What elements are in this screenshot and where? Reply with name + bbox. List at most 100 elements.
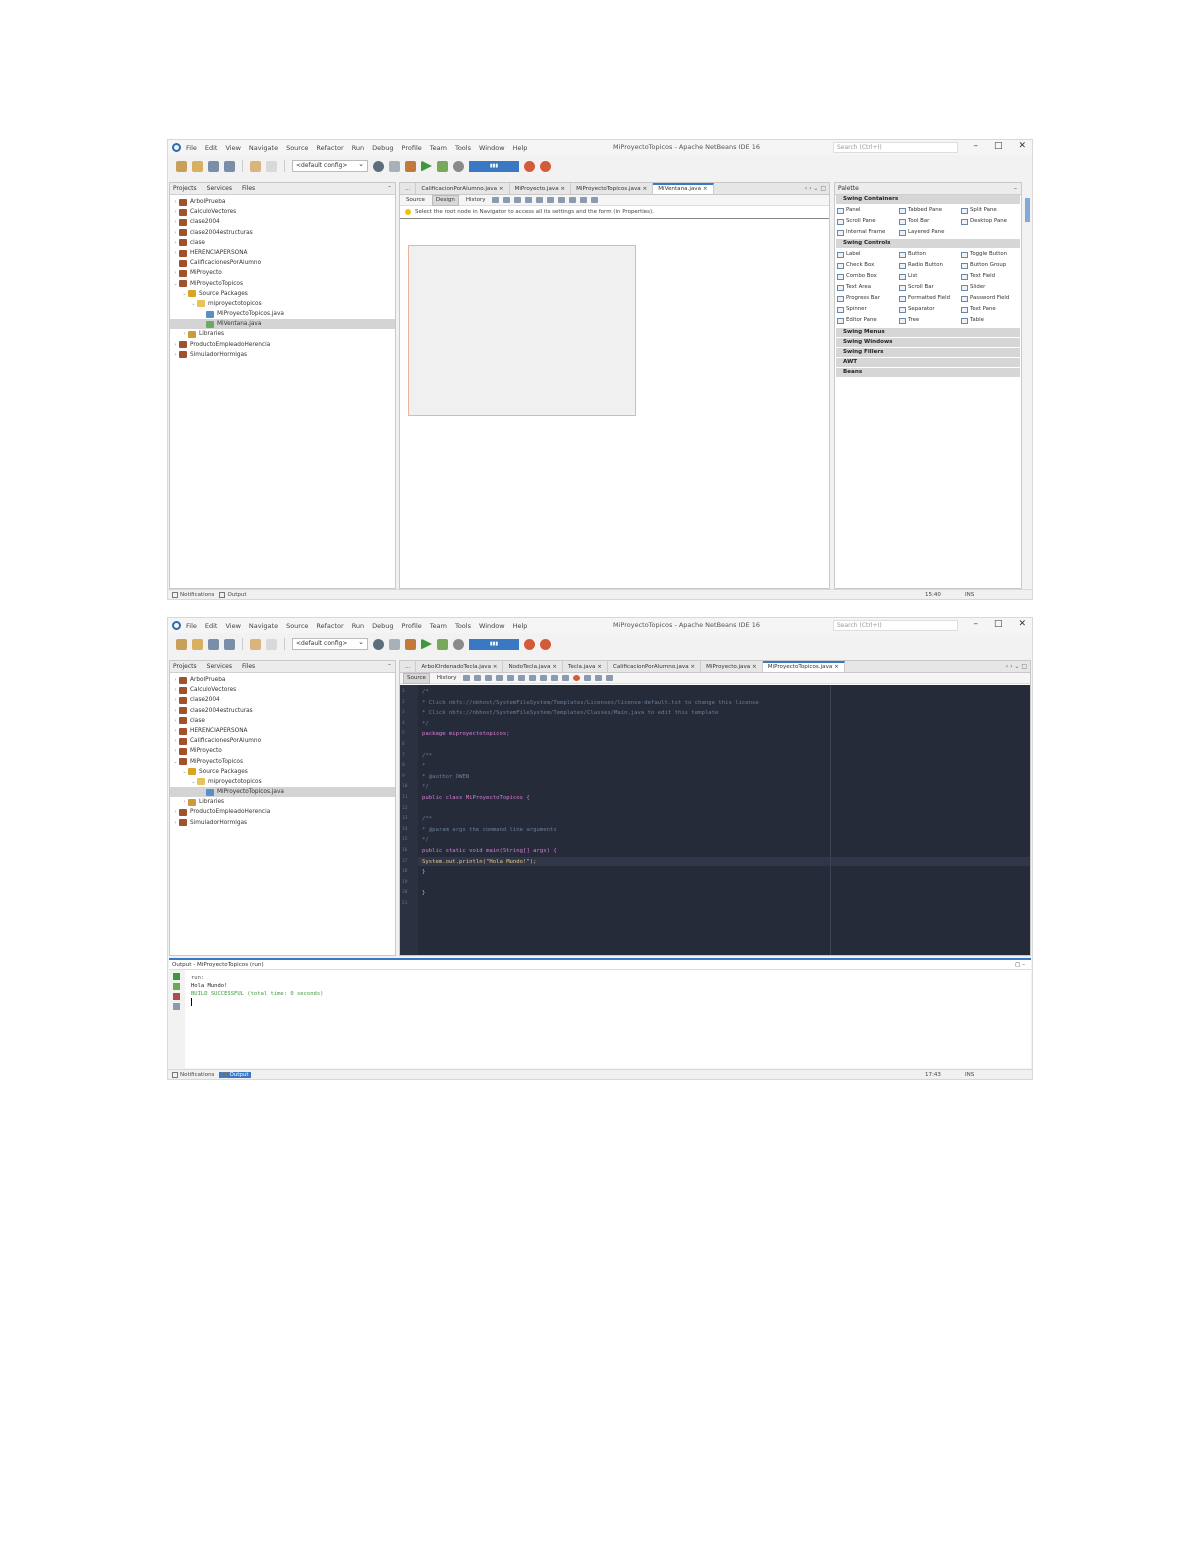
tree-item[interactable]: ⌄ Source Packages bbox=[170, 289, 395, 299]
palette-item[interactable]: Progress Bar bbox=[837, 293, 899, 304]
editor-tab[interactable]: MiProyecto.java × bbox=[701, 661, 763, 672]
editor-tab[interactable]: MiProyectoTopicos.java × bbox=[762, 661, 845, 672]
tab-navigation-icons[interactable]: ‹ › ⌄ □ bbox=[805, 183, 826, 194]
expand-arrow-icon[interactable]: › bbox=[181, 329, 188, 339]
palette-category[interactable]: Swing Fillers bbox=[836, 348, 1020, 357]
expand-arrow-icon[interactable]: › bbox=[172, 716, 179, 726]
menu-file[interactable]: File bbox=[186, 622, 197, 630]
maximize-button[interactable]: □ bbox=[994, 619, 1003, 629]
output-settings-icon[interactable] bbox=[173, 1003, 180, 1010]
editor-tab[interactable]: CalificacionPorAlumno.java × bbox=[608, 661, 702, 672]
new-file-icon[interactable] bbox=[192, 160, 203, 172]
undo-icon[interactable] bbox=[250, 638, 261, 650]
tree-item[interactable]: ⌄ Source Packages bbox=[170, 767, 395, 777]
menu-navigate[interactable]: Navigate bbox=[249, 144, 278, 152]
last-edit-icon[interactable] bbox=[463, 675, 471, 681]
tree-item[interactable]: MiProyectoTopicos.java bbox=[170, 787, 395, 798]
close-button[interactable]: ✕ bbox=[1018, 141, 1026, 151]
palette-item[interactable]: Desktop Pane bbox=[961, 216, 1023, 227]
toggle-highlight-icon[interactable] bbox=[529, 675, 537, 681]
tree-item[interactable]: › ArbolPrueba bbox=[170, 675, 395, 685]
tree-item[interactable]: › Libraries bbox=[170, 797, 395, 807]
minimize-panel-icon[interactable]: – bbox=[1014, 183, 1017, 195]
palette-category-swing-controls[interactable]: Swing Controls bbox=[836, 239, 1020, 248]
tree-item[interactable]: ⌄ MiProyectoTopicos bbox=[170, 279, 395, 289]
tree-item[interactable]: › HERENCIAPERSONA bbox=[170, 726, 395, 736]
tree-item[interactable]: › HERENCIAPERSONA bbox=[170, 248, 395, 258]
menu-edit[interactable]: Edit bbox=[205, 622, 218, 630]
editor-tab[interactable]: MiProyecto.java × bbox=[510, 183, 572, 194]
maximize-button[interactable]: □ bbox=[994, 141, 1003, 151]
tree-item[interactable]: › clase bbox=[170, 716, 395, 726]
menu-view[interactable]: View bbox=[225, 622, 240, 630]
tree-item[interactable]: › CalculoVectores bbox=[170, 207, 395, 217]
editor-tab[interactable]: ArbolOrdenadoTecla.java × bbox=[416, 661, 504, 672]
palette-item[interactable]: Button Group bbox=[961, 260, 1023, 271]
back-icon[interactable] bbox=[474, 675, 482, 681]
menu-source[interactable]: Source bbox=[286, 144, 308, 152]
resize-horizontal-icon[interactable] bbox=[580, 197, 588, 203]
tree-item[interactable]: › CalificacionesPorAlumno bbox=[170, 736, 395, 746]
status-notifications[interactable]: Notifications bbox=[172, 1071, 214, 1078]
profile-icon[interactable] bbox=[453, 638, 464, 650]
palette-item[interactable]: Password Field bbox=[961, 293, 1023, 304]
tab-files[interactable]: Files bbox=[242, 185, 255, 192]
menu-profile[interactable]: Profile bbox=[402, 144, 422, 152]
tree-item[interactable]: › CalculoVectores bbox=[170, 685, 395, 695]
build-icon[interactable] bbox=[389, 160, 400, 172]
tab-files[interactable]: Files bbox=[242, 663, 255, 670]
start-macro-icon[interactable] bbox=[573, 675, 581, 681]
expand-arrow-icon[interactable]: › bbox=[172, 685, 179, 695]
tree-item[interactable]: › SimuladorHormigas bbox=[170, 350, 395, 360]
palette-item[interactable]: Scroll Bar bbox=[899, 282, 961, 293]
source-view-button[interactable]: Source bbox=[403, 196, 428, 205]
new-project-icon[interactable] bbox=[176, 638, 187, 650]
expand-arrow-icon[interactable]: › bbox=[172, 695, 179, 705]
resize-vertical-icon[interactable] bbox=[591, 197, 599, 203]
collapse-arrow-icon[interactable]: ⌄ bbox=[190, 299, 197, 309]
close-tab-icon[interactable]: × bbox=[497, 186, 504, 192]
debug-icon[interactable] bbox=[437, 160, 448, 172]
find-icon[interactable] bbox=[496, 675, 504, 681]
preview-design-icon[interactable] bbox=[514, 197, 522, 203]
new-project-icon[interactable] bbox=[176, 160, 187, 172]
menu-refactor[interactable]: Refactor bbox=[316, 144, 343, 152]
collapse-arrow-icon[interactable]: ⌄ bbox=[190, 777, 197, 787]
tree-item[interactable]: › SimuladorHormigas bbox=[170, 818, 395, 828]
memory-indicator[interactable]: ▮▮▮ bbox=[469, 160, 519, 172]
palette-item[interactable]: Slider bbox=[961, 282, 1023, 293]
collapse-arrow-icon[interactable]: ⌄ bbox=[172, 279, 179, 289]
palette-item[interactable]: Button bbox=[899, 249, 961, 260]
gc-icon[interactable] bbox=[524, 160, 535, 172]
shift-left-icon[interactable] bbox=[551, 675, 559, 681]
search-input[interactable]: Search (Ctrl+I) bbox=[833, 142, 958, 153]
close-tab-icon[interactable]: × bbox=[689, 664, 695, 670]
align-left-icon[interactable] bbox=[525, 197, 533, 203]
tree-item[interactable]: › clase bbox=[170, 238, 395, 248]
source-view-button[interactable]: Source bbox=[403, 672, 430, 684]
menu-debug[interactable]: Debug bbox=[372, 144, 393, 152]
expand-arrow-icon[interactable]: › bbox=[172, 818, 179, 828]
close-tab-icon[interactable]: × bbox=[701, 186, 708, 192]
menu-team[interactable]: Team bbox=[430, 622, 447, 630]
palette-item[interactable]: Spinner bbox=[837, 304, 899, 315]
rerun-with-options-icon[interactable] bbox=[173, 983, 180, 990]
form-design-canvas[interactable] bbox=[408, 245, 636, 416]
menu-tools[interactable]: Tools bbox=[455, 144, 471, 152]
close-tab-icon[interactable]: × bbox=[491, 664, 498, 670]
expand-arrow-icon[interactable]: › bbox=[172, 736, 179, 746]
tree-item[interactable]: › clase2004 bbox=[170, 695, 395, 705]
memory-indicator[interactable]: ▮▮▮ bbox=[469, 638, 519, 650]
status-output[interactable]: Output bbox=[219, 591, 247, 598]
palette-item[interactable]: Label bbox=[837, 249, 899, 260]
expand-arrow-icon[interactable]: › bbox=[172, 746, 179, 756]
palette-category[interactable]: Swing Windows bbox=[836, 338, 1020, 347]
forward-icon[interactable] bbox=[485, 675, 493, 681]
tree-item[interactable]: › ArbolPrueba bbox=[170, 197, 395, 207]
tree-item[interactable]: › clase2004estructuras bbox=[170, 228, 395, 238]
tab-projects[interactable]: Projects bbox=[173, 663, 197, 670]
status-output[interactable]: Output bbox=[219, 1071, 251, 1078]
menu-run[interactable]: Run bbox=[352, 144, 364, 152]
palette-item[interactable]: Editor Pane bbox=[837, 315, 899, 326]
expand-arrow-icon[interactable]: › bbox=[172, 807, 179, 817]
